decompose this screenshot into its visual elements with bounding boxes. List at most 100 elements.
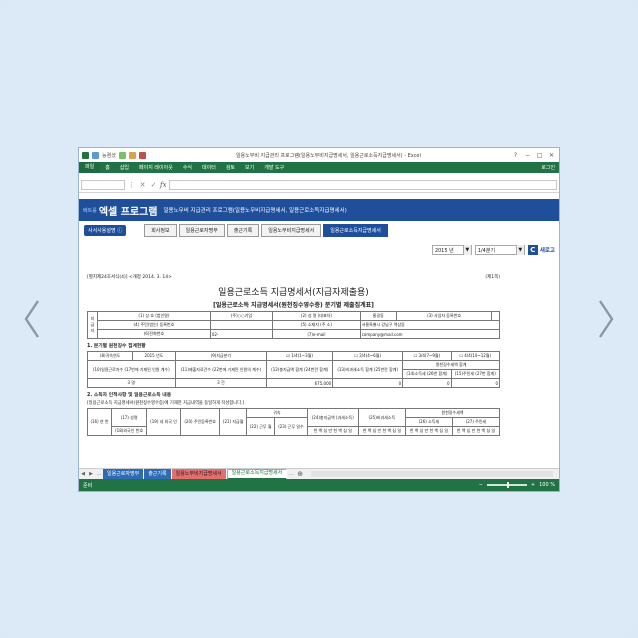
sheet-tab-attendance[interactable]: 출근기록 xyxy=(144,468,172,480)
cell: (18)외국인 번호 xyxy=(111,426,148,436)
year-select[interactable]: 2015 년 ▼ xyxy=(431,245,472,255)
quarter-checkbox-1[interactable]: ☑ 1/4(1~3월) xyxy=(266,351,334,361)
ribbon-tab-insert[interactable]: 삽입 xyxy=(115,164,134,171)
payer-table: 지급자 (1) 상 호 (법인명) (주)○○기업 (2) 성 명 (대표자) … xyxy=(87,311,501,339)
refresh-button[interactable]: C 새로고 xyxy=(527,245,555,255)
menu-income-statement[interactable]: 일용근로소득지급명세서 xyxy=(323,223,388,237)
quarter-value: 1/4분기 xyxy=(477,247,496,254)
payer-side-label: 지급자 xyxy=(87,311,98,339)
zoom-out-icon[interactable]: − xyxy=(479,482,483,488)
ribbon-tab-page-layout[interactable]: 페이지 레이아웃 xyxy=(134,164,178,171)
maximize-button[interactable]: □ xyxy=(535,152,544,159)
excel-window: 능켬셨 일용노무비 지급관리 프로그램(일용노무비지급명세서, 일용근로소득지급… xyxy=(78,147,560,492)
sheet-tab-worker-list[interactable]: 일용근로자명부 xyxy=(103,468,145,480)
sheet-tab-labor-cost[interactable]: 일용노무비지급명세서 xyxy=(171,468,227,480)
next-arrow-icon[interactable] xyxy=(596,298,616,340)
chevron-down-icon: ▼ xyxy=(462,245,471,255)
cell: 원천징수세액 xyxy=(404,408,501,418)
ribbon-tab-formulas[interactable]: 수식 xyxy=(178,164,197,171)
sheet-tab-income-statement[interactable]: 일용근로소득지급명세서 xyxy=(226,468,288,480)
autosave-label: 능켬셨 xyxy=(102,152,116,159)
zoom-slider-knob[interactable] xyxy=(506,482,509,488)
cell[interactable]: 서울특별시 강남구 역삼동 xyxy=(359,320,501,330)
cell: 3 명 xyxy=(87,378,176,388)
close-button[interactable]: ✕ xyxy=(547,152,556,159)
ribbon-tab-file[interactable]: 파일 xyxy=(79,162,101,173)
formula-input[interactable] xyxy=(168,179,557,190)
tab-more-icon[interactable]: … xyxy=(95,471,103,477)
zoom-slider[interactable] xyxy=(486,482,527,488)
cell: (12)총지급액 합계 (24번란 합계) xyxy=(266,360,334,379)
cell: (14)소득세 (26번 합계) xyxy=(402,369,452,379)
cell: (10)일용근로자수 (17번에 기재된 인원 계수) xyxy=(87,360,176,379)
cell: 0 xyxy=(402,378,452,388)
ribbon-tab-developer[interactable]: 개발 도구 xyxy=(259,164,289,171)
cell: 천 백 십 만 천 백 십 일 xyxy=(306,426,359,436)
cell: (9)지급분기 xyxy=(174,351,268,361)
cell[interactable]: 02- xyxy=(209,329,274,339)
login-link[interactable]: 로그인 xyxy=(541,164,559,171)
menu-attendance[interactable]: 출근기록 xyxy=(226,223,260,237)
cell: 천 백 십 만 천 백 십 일 xyxy=(451,426,501,436)
more-icon[interactable]: ⋮ xyxy=(127,181,136,189)
ribbon-tab-review[interactable]: 검토 xyxy=(221,164,240,171)
menu-labor-cost-statement[interactable]: 일용노무비지급명세서 xyxy=(261,223,322,237)
cell: 천 백 십 만 천 백 십 일 xyxy=(404,426,453,436)
save-icon[interactable] xyxy=(118,151,126,159)
menu-worker-list[interactable]: 일용근로자명부 xyxy=(178,223,225,237)
zoom-control: − + 100 % xyxy=(479,482,555,488)
previous-arrow-icon[interactable] xyxy=(22,298,42,340)
cell: 2015 년도 xyxy=(132,351,176,361)
banner-subtitle: 일용노무비 지급관리 프로그램(일용노무비지급명세서, 일용근로소득지급명세서) xyxy=(163,208,347,214)
logo-small: 베트를 xyxy=(83,207,97,214)
ribbon-tab-view[interactable]: 보기 xyxy=(240,164,259,171)
cell[interactable]: (주)○○기업 xyxy=(209,311,274,321)
name-box[interactable] xyxy=(81,179,125,190)
tab-scroll-right-icon[interactable]: ▶ xyxy=(87,471,95,477)
refresh-label: 새로고 xyxy=(539,248,555,254)
cell: (26) 소득세 xyxy=(404,417,453,427)
add-sheet-icon[interactable]: ⊕ xyxy=(295,470,305,478)
cell: 675,000 xyxy=(266,378,334,388)
zoom-in-icon[interactable]: + xyxy=(531,482,535,488)
autosave-icon[interactable] xyxy=(92,151,99,159)
refresh-icon: C xyxy=(527,245,538,255)
menu-company-info[interactable]: 회사정보 xyxy=(144,223,177,237)
cell: (8)귀속연도 xyxy=(86,351,134,361)
insert-function-icon[interactable]: fx xyxy=(160,181,167,189)
title-bar: 능켬셨 일용노무비 지급관리 프로그램(일용노무비지급명세서, 일용근로소득지급… xyxy=(79,148,559,162)
ribbon-tab-data[interactable]: 데이터 xyxy=(197,164,221,171)
redo-icon[interactable] xyxy=(138,151,146,159)
quarter-checkbox-4[interactable]: ☐ 4/4(10~12월) xyxy=(450,351,501,361)
form-number: [별지제24호서식(4)] <개정 2014. 3. 14> xyxy=(87,275,172,280)
tab-more-icon[interactable]: … xyxy=(287,471,295,477)
cell: (2) 성 명 (대표자) xyxy=(272,311,361,321)
form-subtitle: [일용근로소득 지급명세서(원천징수영수증) 분기별 제출집계표] xyxy=(213,302,374,309)
help-icon[interactable]: ? xyxy=(511,152,520,159)
cell: (7)e-mail xyxy=(272,329,361,339)
status-bar: 준비 − + 100 % xyxy=(79,479,559,491)
section-1-title: 1. 분기별 원천징수 집계현황 xyxy=(87,344,146,349)
cell: (5) 소재지 (주 소) xyxy=(272,320,361,330)
ribbon-tab-home[interactable]: 홈 xyxy=(100,164,115,171)
cell[interactable]: company@mail.com xyxy=(359,329,501,339)
undo-icon[interactable] xyxy=(128,151,136,159)
horizontal-scrollbar[interactable] xyxy=(311,471,553,477)
cell[interactable]: 홍길동 xyxy=(359,311,397,321)
quarter-checkbox-3[interactable]: ☐ 3/4(7~9월) xyxy=(402,351,452,361)
cell[interactable] xyxy=(491,311,500,321)
cell: (4) 주민(법인) 등록번호 xyxy=(97,320,211,330)
cell[interactable] xyxy=(209,320,274,330)
formula-bar: ⋮ ✕ ✓ fx xyxy=(79,177,559,193)
usage-guide-button[interactable]: 사서사용설명 ⓘ xyxy=(84,224,127,236)
cell: (19) 내 외국 인 xyxy=(146,408,181,436)
cell: (16) 연 번 xyxy=(86,408,113,436)
check-icon[interactable]: ✓ xyxy=(149,181,158,189)
form-title: 일용근로소득 지급명세서(지급자제출용) xyxy=(218,288,369,298)
minimize-button[interactable]: − xyxy=(523,152,532,159)
quarter-select[interactable]: 1/4분기 ▼ xyxy=(474,245,525,255)
cancel-icon[interactable]: ✕ xyxy=(138,181,147,189)
tab-scroll-left-icon[interactable]: ◀ xyxy=(79,471,87,477)
quarter-checkbox-2[interactable]: ☐ 2/4(4~6월) xyxy=(332,351,404,361)
cell: (1) 상 호 (법인명) xyxy=(97,311,211,321)
